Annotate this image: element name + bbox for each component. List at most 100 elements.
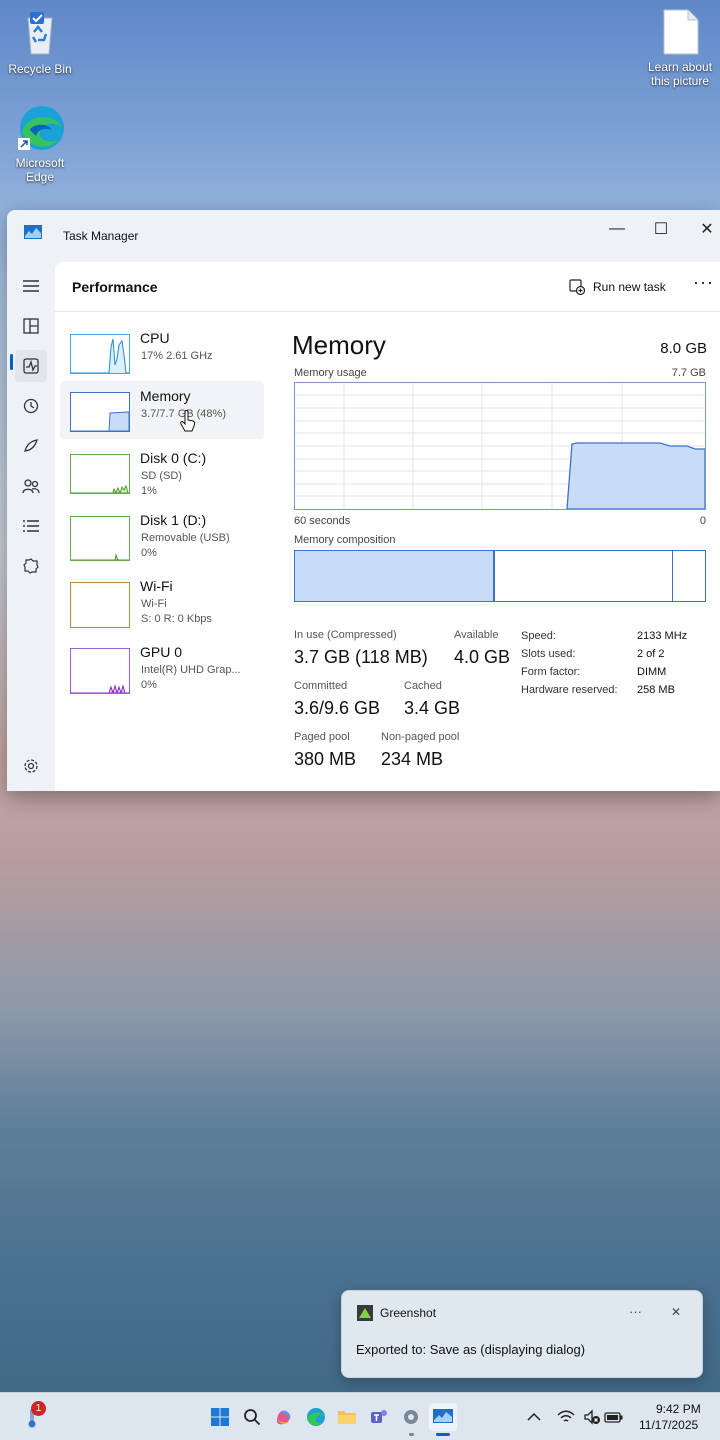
perf-name-gpu0: GPU 0	[140, 644, 183, 660]
notification-badge: 1	[31, 1401, 46, 1416]
perf-sub-cpu: 17% 2.61 GHz	[141, 350, 213, 362]
task-manager-app-icon	[24, 225, 42, 246]
content-pane: Performance Run new task ··· CPU 17% 2.6…	[55, 262, 720, 791]
search-icon[interactable]	[238, 1403, 266, 1431]
nav-active-indicator	[10, 354, 13, 370]
speed-label: Speed:	[521, 630, 556, 642]
perf-name-disk0: Disk 0 (C:)	[140, 450, 207, 466]
memory-title: Memory	[292, 330, 386, 360]
memory-usage-area	[566, 442, 706, 510]
file-explorer-icon[interactable]	[333, 1403, 361, 1431]
notification-close-button[interactable]: ✕	[671, 1305, 681, 1319]
memory-usage-graph	[294, 382, 706, 510]
mouse-cursor-icon	[180, 410, 196, 437]
task-manager-active-indicator	[436, 1433, 450, 1436]
perf-sub-wifi-type: Wi-Fi	[141, 598, 167, 610]
perf-name-disk1: Disk 1 (D:)	[140, 512, 207, 528]
task-manager-taskbar-icon[interactable]	[429, 1403, 457, 1431]
users-icon[interactable]	[15, 470, 47, 502]
greenshot-icon	[357, 1305, 373, 1326]
clock-time[interactable]: 9:42 PM	[656, 1402, 701, 1416]
clock-date[interactable]: 11/17/2025	[639, 1418, 698, 1432]
slots-value: 2 of 2	[637, 648, 665, 660]
run-new-task-label: Run new task	[593, 280, 666, 294]
wifi-icon[interactable]	[552, 1403, 580, 1431]
cached-label: Cached	[404, 680, 442, 692]
edge-desktop-icon[interactable]: Microsoft Edge	[2, 104, 78, 184]
learn-label-line2: this picture	[650, 74, 710, 88]
disk0-thumbnail	[70, 454, 130, 494]
cpu-thumbnail	[70, 334, 130, 374]
services-icon[interactable]	[15, 550, 47, 582]
performance-icon[interactable]	[15, 350, 47, 382]
perf-sub-disk1-usage: 0%	[141, 547, 157, 559]
task-manager-window: Task Manager — ☐ ✕ Performance Run new t…	[7, 210, 720, 791]
slots-label: Slots used:	[521, 648, 576, 660]
wifi-thumbnail	[70, 582, 130, 628]
composition-standby	[495, 551, 673, 601]
settings-icon[interactable]	[15, 750, 47, 782]
disk1-thumbnail	[70, 516, 130, 561]
gpu0-thumbnail	[70, 648, 130, 694]
memory-thumbnail	[70, 392, 130, 432]
speed-value: 2133 MHz	[637, 630, 688, 642]
perf-name-wifi: Wi-Fi	[140, 578, 173, 594]
recycle-bin-icon	[16, 10, 64, 58]
title-bar[interactable]: Task Manager — ☐ ✕	[7, 210, 720, 260]
learn-label-line1: Learn about	[647, 60, 713, 74]
perf-sub-gpu0-model: Intel(R) UHD Grap...	[141, 664, 241, 676]
perf-item-gpu0[interactable]: GPU 0 Intel(R) UHD Grap... 0%	[60, 642, 264, 700]
run-new-task-button[interactable]: Run new task	[569, 275, 666, 299]
paged-pool-value: 380 MB	[294, 749, 357, 769]
hardware-reserved-label: Hardware reserved:	[521, 684, 618, 696]
memory-usage-max: 7.7 GB	[671, 367, 706, 379]
run-task-icon	[569, 279, 585, 295]
perf-item-memory[interactable]: Memory 3.7/7.7 GB (48%)	[60, 381, 264, 439]
edge-label-line2: Edge	[25, 170, 55, 184]
show-hidden-icons-chevron-icon[interactable]	[520, 1403, 548, 1431]
recycle-bin-desktop-icon[interactable]: Recycle Bin	[2, 10, 78, 76]
available-label: Available	[454, 629, 499, 641]
perf-item-wifi[interactable]: Wi-Fi Wi-Fi S: 0 R: 0 Kbps	[60, 576, 264, 634]
taskbar: 1 9:42 PM 11/17/2025	[0, 1392, 720, 1440]
document-icon	[656, 8, 704, 56]
window-title: Task Manager	[63, 229, 139, 243]
recycle-bin-label: Recycle Bin	[8, 62, 72, 76]
close-button[interactable]: ✕	[687, 214, 720, 244]
startup-apps-icon[interactable]	[15, 430, 47, 462]
memory-composition-label: Memory composition	[294, 534, 396, 546]
committed-value: 3.6/9.6 GB	[294, 698, 381, 718]
perf-item-disk0[interactable]: Disk 0 (C:) SD (SD) 1%	[60, 444, 264, 502]
more-options-button[interactable]: ···	[693, 272, 714, 293]
perf-item-cpu[interactable]: CPU 17% 2.61 GHz	[60, 324, 264, 382]
edge-icon	[16, 104, 64, 152]
available-value: 4.0 GB	[454, 647, 511, 667]
settings-running-indicator	[409, 1433, 414, 1436]
copilot-icon[interactable]	[270, 1403, 298, 1431]
perf-sub-disk1-type: Removable (USB)	[141, 532, 230, 544]
page-title: Performance	[72, 279, 158, 295]
edge-taskbar-icon[interactable]	[302, 1403, 330, 1431]
maximize-button[interactable]: ☐	[641, 214, 681, 244]
memory-composition-bar	[294, 550, 706, 602]
settings-taskbar-icon[interactable]	[397, 1403, 425, 1431]
processes-icon[interactable]	[15, 310, 47, 342]
notification-more-button[interactable]: ···	[629, 1304, 642, 1319]
navigation-rail	[7, 262, 55, 791]
form-factor-value: DIMM	[637, 666, 667, 678]
start-button-icon[interactable]	[206, 1403, 234, 1431]
teams-icon[interactable]	[365, 1403, 393, 1431]
greenshot-notification[interactable]: Greenshot ··· ✕ Exported to: Save as (di…	[341, 1290, 703, 1378]
graph-time-right: 0	[699, 515, 706, 527]
hamburger-menu-icon[interactable]	[15, 270, 47, 302]
minimize-button[interactable]: —	[597, 214, 637, 244]
in-use-label: In use (Compressed)	[294, 629, 397, 641]
perf-item-disk1[interactable]: Disk 1 (D:) Removable (USB) 0%	[60, 510, 264, 568]
learn-picture-desktop-icon[interactable]: Learn about this picture	[642, 8, 718, 88]
committed-label: Committed	[294, 680, 348, 692]
notification-message: Exported to: Save as (displaying dialog)	[356, 1342, 586, 1357]
details-icon[interactable]	[15, 510, 47, 542]
battery-icon[interactable]	[600, 1403, 628, 1431]
app-history-icon[interactable]	[15, 390, 47, 422]
memory-usage-label: Memory usage	[294, 367, 367, 379]
